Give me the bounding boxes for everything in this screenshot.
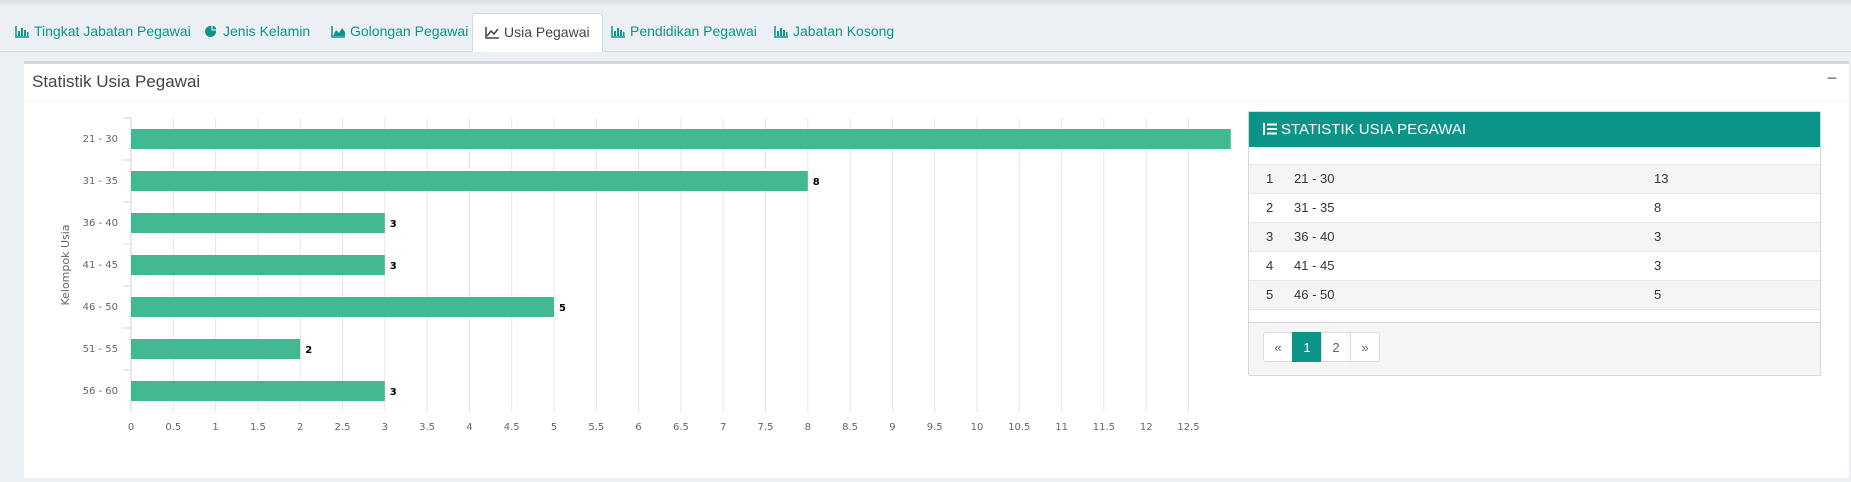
pagination: « 1 2 »	[1263, 332, 1380, 362]
row-count: 3	[1654, 229, 1662, 244]
y-tick-label: 31 - 35	[83, 176, 118, 187]
table-row: 2 31 - 35 8	[1249, 193, 1820, 222]
x-tick-label: 3	[382, 422, 388, 433]
x-tick-label: 0	[128, 422, 134, 433]
x-tick-label: 1.5	[250, 422, 266, 433]
bar	[131, 339, 301, 359]
x-tick-label: 10	[971, 422, 984, 433]
row-group: 21 - 30	[1294, 171, 1335, 186]
data-label: 8	[813, 177, 820, 188]
x-tick-label: 5.5	[588, 422, 604, 433]
row-count: 5	[1654, 287, 1662, 302]
x-tick-label: 9.5	[927, 422, 943, 433]
table-row: 5 46 - 50 5	[1249, 280, 1820, 309]
pagination-page-2[interactable]: 2	[1321, 332, 1351, 362]
stats-panel: STATISTIK USIA PEGAWAI 1 21 - 30 13 2 31…	[1248, 111, 1821, 376]
collapse-button[interactable]: −	[1825, 68, 1839, 89]
x-tick-label: 3.5	[419, 422, 435, 433]
x-tick-label: 7.5	[758, 422, 774, 433]
x-tick-label: 11	[1055, 422, 1068, 433]
data-label: 3	[390, 261, 397, 272]
y-tick-label: 56 - 60	[83, 386, 118, 397]
data-label: 5	[559, 303, 566, 314]
table-row: 4 41 - 45 3	[1249, 251, 1820, 280]
data-label: 3	[390, 219, 397, 230]
panel-header: STATISTIK USIA PEGAWAI	[1249, 112, 1820, 147]
pagination-footer: « 1 2 »	[1249, 322, 1820, 375]
data-label: 3	[390, 387, 397, 398]
row-number: 3	[1266, 229, 1274, 244]
x-tick-label: 6.5	[673, 422, 689, 433]
y-tick-label: 51 - 55	[83, 344, 118, 355]
row-number: 1	[1266, 171, 1274, 186]
row-count: 3	[1654, 258, 1662, 273]
x-tick-label: 8.5	[842, 422, 858, 433]
x-tick-label: 0.5	[165, 422, 181, 433]
x-tick-label: 2	[297, 422, 303, 433]
row-group: 31 - 35	[1294, 200, 1335, 215]
x-tick-label: 7	[720, 422, 726, 433]
pagination-page-1[interactable]: 1	[1292, 332, 1322, 362]
pagination-next-button[interactable]: »	[1350, 332, 1380, 362]
x-tick-label: 12.5	[1177, 422, 1199, 433]
bar	[131, 171, 808, 191]
table-row: 1 21 - 30 13	[1249, 164, 1820, 193]
bar	[131, 255, 385, 275]
y-axis-title: Kelompok Usia	[59, 224, 72, 305]
x-tick-label: 8	[805, 422, 811, 433]
x-tick-label: 6	[635, 422, 641, 433]
y-tick-label: 36 - 40	[83, 218, 118, 229]
data-label: 2	[305, 345, 312, 356]
y-tick-label: 46 - 50	[83, 302, 118, 313]
x-tick-label: 12	[1140, 422, 1153, 433]
stats-table: 1 21 - 30 13 2 31 - 35 8 3 36 - 40 3 4 4…	[1249, 164, 1820, 328]
bar	[131, 213, 385, 233]
bar	[131, 297, 554, 317]
x-tick-label: 2.5	[335, 422, 351, 433]
row-number: 2	[1266, 200, 1274, 215]
x-tick-label: 9	[889, 422, 895, 433]
x-tick-label: 10.5	[1008, 422, 1030, 433]
panel-title: STATISTIK USIA PEGAWAI	[1281, 121, 1467, 138]
bar	[131, 129, 1231, 149]
x-tick-label: 1	[212, 422, 218, 433]
age-bar-chart: 0 0.5 1 1.5 2 2.5 3 3.5 4 4.5 5 5.5 6 6.5 7 7.5 8 8.5 9 9.5…	[59, 117, 1231, 433]
row-number: 5	[1266, 287, 1274, 302]
x-tick-label: 11.5	[1093, 422, 1115, 433]
row-count: 13	[1654, 171, 1669, 186]
x-tick-label: 4	[466, 422, 472, 433]
list-ol-icon	[1263, 114, 1277, 149]
row-count: 8	[1654, 200, 1662, 215]
y-tick-label: 41 - 45	[83, 260, 118, 271]
x-tick-label: 5	[551, 422, 557, 433]
pagination-prev-button[interactable]: «	[1263, 332, 1293, 362]
y-tick-label: 21 - 30	[83, 134, 118, 145]
bar	[131, 381, 385, 401]
row-group: 36 - 40	[1294, 229, 1335, 244]
row-group: 46 - 50	[1294, 287, 1335, 302]
row-group: 41 - 45	[1294, 258, 1335, 273]
x-tick-label: 4.5	[504, 422, 520, 433]
row-number: 4	[1266, 258, 1274, 273]
table-row: 3 36 - 40 3	[1249, 222, 1820, 251]
